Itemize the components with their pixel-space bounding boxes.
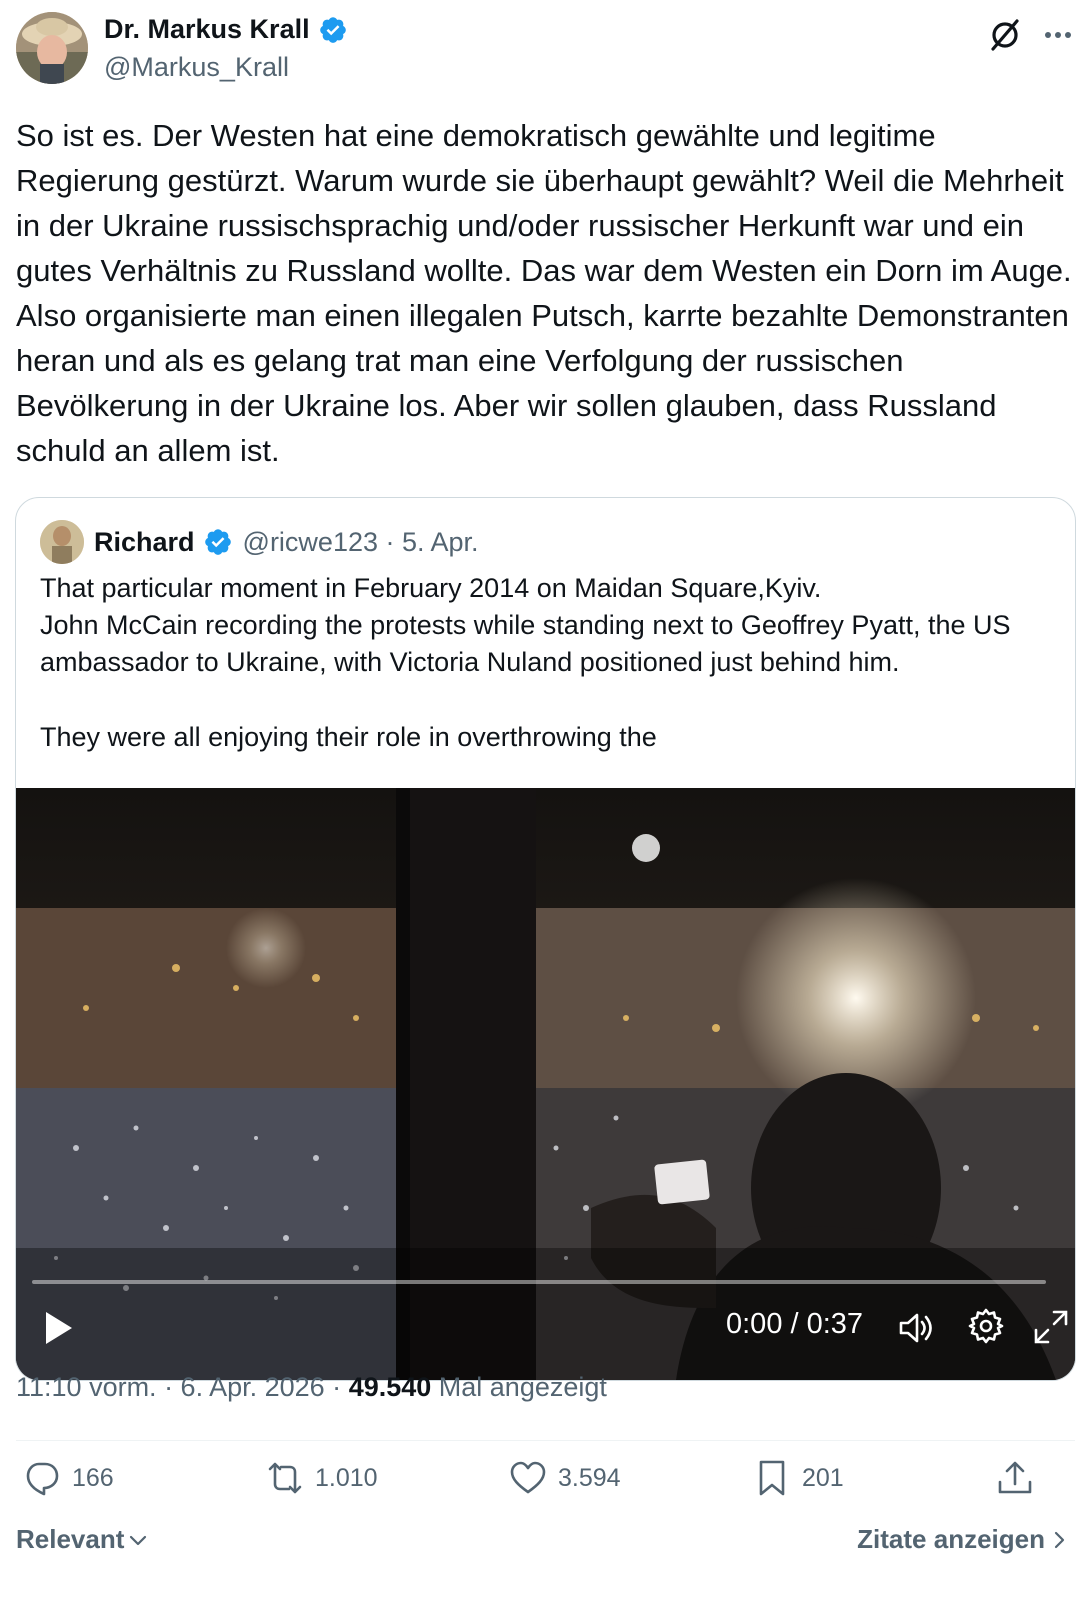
view-quotes-link[interactable]: Zitate anzeigen bbox=[857, 1524, 1069, 1555]
bookmark-button[interactable]: 201 bbox=[752, 1458, 844, 1498]
quoted-text-line: That particular moment in February 2014 … bbox=[40, 573, 822, 603]
quoted-text-line: John McCain recording the protests while… bbox=[40, 610, 1011, 677]
author-name[interactable]: Dr. Markus Krall bbox=[104, 14, 348, 45]
volume-icon[interactable] bbox=[896, 1308, 936, 1348]
settings-gear-icon[interactable] bbox=[966, 1306, 1006, 1346]
quoted-text-line: They were all enjoying their role in ove… bbox=[40, 722, 657, 752]
share-button[interactable] bbox=[995, 1458, 1035, 1498]
repost-button[interactable]: 1.010 bbox=[265, 1458, 378, 1498]
bookmark-icon bbox=[759, 1460, 785, 1496]
video-progress-bar[interactable] bbox=[32, 1280, 1046, 1284]
grok-icon[interactable] bbox=[988, 18, 1022, 52]
like-count: 3.594 bbox=[558, 1463, 621, 1492]
quoted-tweet-text: That particular moment in February 2014 … bbox=[40, 570, 1050, 756]
quoted-author-name[interactable]: Richard bbox=[94, 527, 195, 558]
repost-count: 1.010 bbox=[315, 1463, 378, 1492]
quoted-tweet[interactable]: Richard @ricwe123 · 5. Apr. That particu… bbox=[15, 497, 1076, 1381]
view-quotes-label: Zitate anzeigen bbox=[857, 1524, 1045, 1554]
reply-count: 166 bbox=[72, 1463, 114, 1492]
sort-dropdown[interactable]: Relevant bbox=[16, 1524, 148, 1555]
share-icon bbox=[998, 1461, 1032, 1494]
repost-icon bbox=[268, 1462, 302, 1494]
quoted-author-avatar[interactable] bbox=[40, 520, 84, 564]
sort-label: Relevant bbox=[16, 1524, 125, 1554]
reply-icon bbox=[26, 1462, 59, 1496]
verified-badge-icon bbox=[319, 16, 346, 43]
chevron-right-icon bbox=[1054, 1531, 1065, 1548]
divider bbox=[16, 1440, 1075, 1441]
like-button[interactable]: 3.594 bbox=[508, 1458, 621, 1498]
tweet-meta: 11:10 vorm. · 6. Apr. 2026 · 49.540 Mal … bbox=[16, 1372, 607, 1403]
tweet-text: So ist es. Der Westen hat eine demokrati… bbox=[16, 118, 1072, 468]
chevron-down-icon bbox=[130, 1535, 147, 1545]
tweet-timestamp[interactable]: 11:10 vorm. · 6. Apr. 2026 · bbox=[16, 1372, 349, 1402]
quoted-author-handle-date[interactable]: @ricwe123 · 5. Apr. bbox=[243, 527, 479, 558]
heart-icon bbox=[510, 1461, 546, 1494]
author-handle[interactable]: @Markus_Krall bbox=[104, 52, 289, 83]
view-count-label: Mal angezeigt bbox=[431, 1372, 607, 1402]
quoted-tweet-header: Richard @ricwe123 · 5. Apr. bbox=[40, 520, 479, 564]
video-frame bbox=[16, 788, 1075, 1380]
bookmark-count: 201 bbox=[802, 1463, 844, 1492]
reply-button[interactable]: 166 bbox=[22, 1458, 114, 1498]
view-count: 49.540 bbox=[348, 1372, 432, 1402]
play-icon[interactable] bbox=[40, 1308, 76, 1348]
verified-badge-icon bbox=[204, 529, 231, 555]
author-avatar[interactable] bbox=[16, 12, 88, 84]
video-time: 0:00 / 0:37 bbox=[726, 1308, 864, 1340]
video-player[interactable]: 0:00 / 0:37 bbox=[16, 788, 1075, 1380]
fullscreen-icon[interactable] bbox=[1032, 1308, 1070, 1346]
more-options-icon[interactable] bbox=[1040, 18, 1076, 52]
